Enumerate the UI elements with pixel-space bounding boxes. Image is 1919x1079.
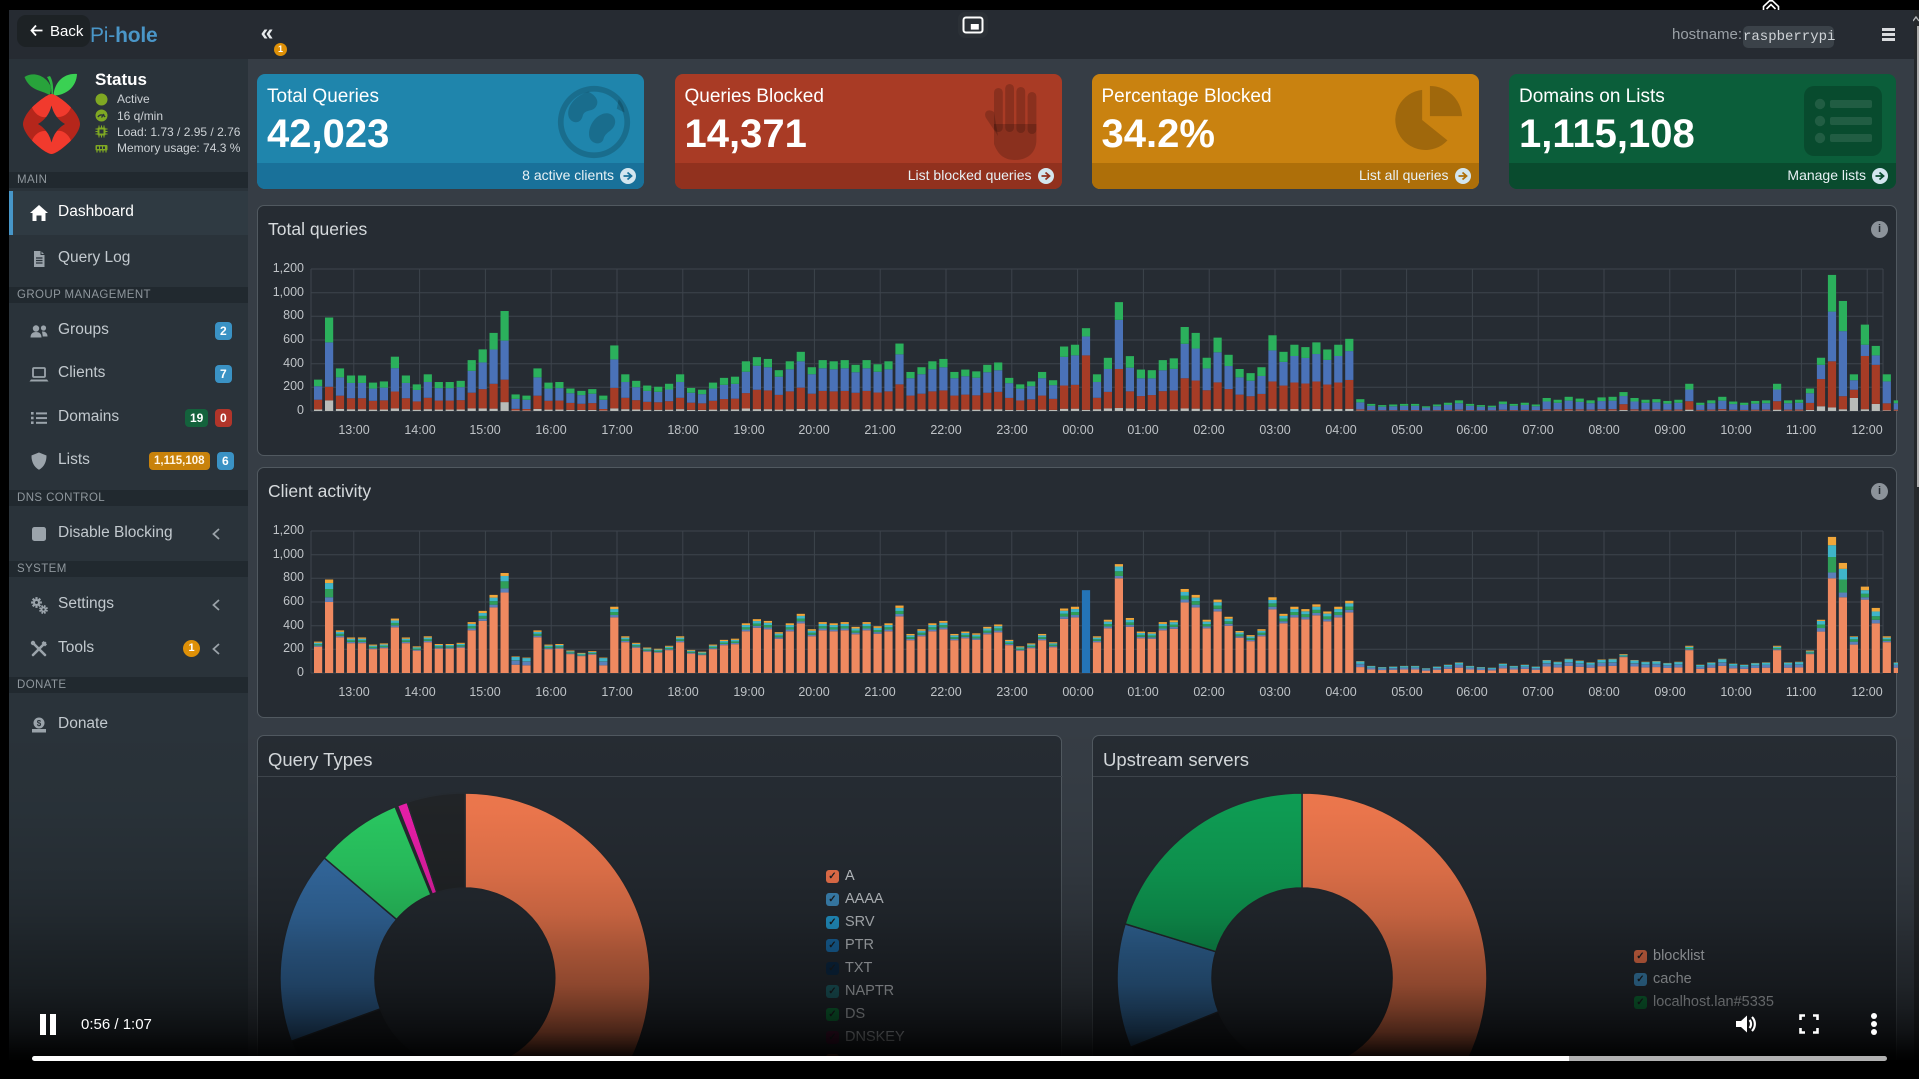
- svg-text:$: $: [37, 719, 42, 728]
